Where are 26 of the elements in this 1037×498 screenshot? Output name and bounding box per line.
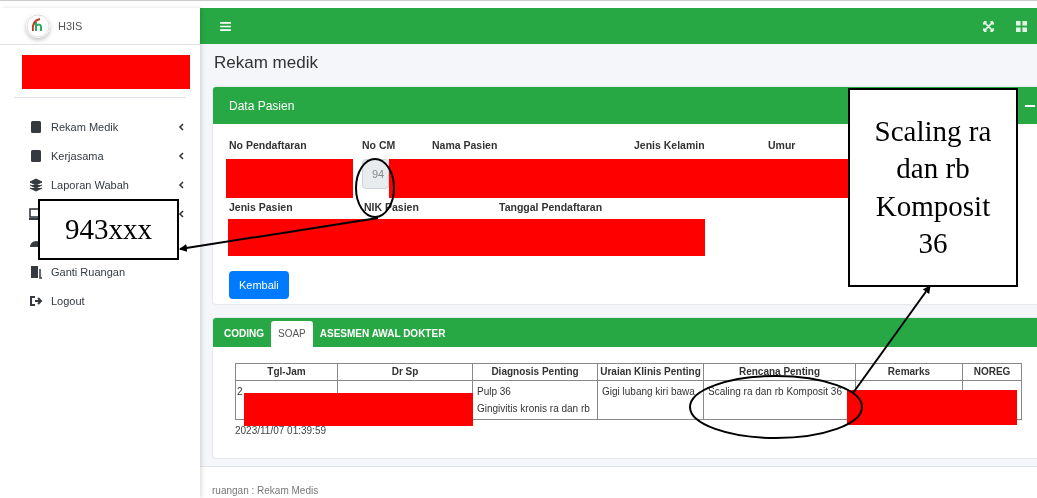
table-cell-text: 2 <box>237 384 243 399</box>
card-title: Data Pasien <box>229 98 295 113</box>
callout-box: Scaling ra dan rb Komposit 36 <box>848 88 1018 287</box>
column-header: Uraian Klinis Penting <box>597 363 704 381</box>
column-header: Tgl-Jam <box>235 363 338 381</box>
table-cell-text: Gingivitis kronis ra dan rb <box>477 401 590 416</box>
column-header: Remarks <box>855 363 963 381</box>
table-cell-text: Scaling ra dan rb Komposit 36 <box>708 384 842 399</box>
timestamp: 2023/11/07 01:39:59 <box>235 424 326 436</box>
column-header: Dr Sp <box>337 363 473 381</box>
field-label: Jenis Kelamin <box>634 139 706 152</box>
column-header: Rencana Penting <box>703 363 856 381</box>
field-label: No CM <box>362 139 397 152</box>
table-cell-text: Gigi lubang kiri bawa <box>602 384 695 399</box>
field-label: Nama Pasien <box>432 139 499 152</box>
page-title: Rekam medik <box>214 53 319 74</box>
column-header: NOREG <box>962 363 1022 381</box>
column-header: Diagnosis Penting <box>472 363 598 381</box>
field-label: No Pendaftaran <box>229 139 308 152</box>
footer-text: ruangan : Rekam Medis <box>212 485 319 496</box>
field-label: Umur <box>768 139 797 152</box>
table-cell-text: Pulp 36 <box>477 384 511 399</box>
app-name: H3IS <box>58 20 83 32</box>
callout-box: 943xxx <box>38 199 179 260</box>
field-label: Tanggal Pendaftaran <box>499 201 604 214</box>
field-label: Jenis Pasien <box>229 201 294 214</box>
